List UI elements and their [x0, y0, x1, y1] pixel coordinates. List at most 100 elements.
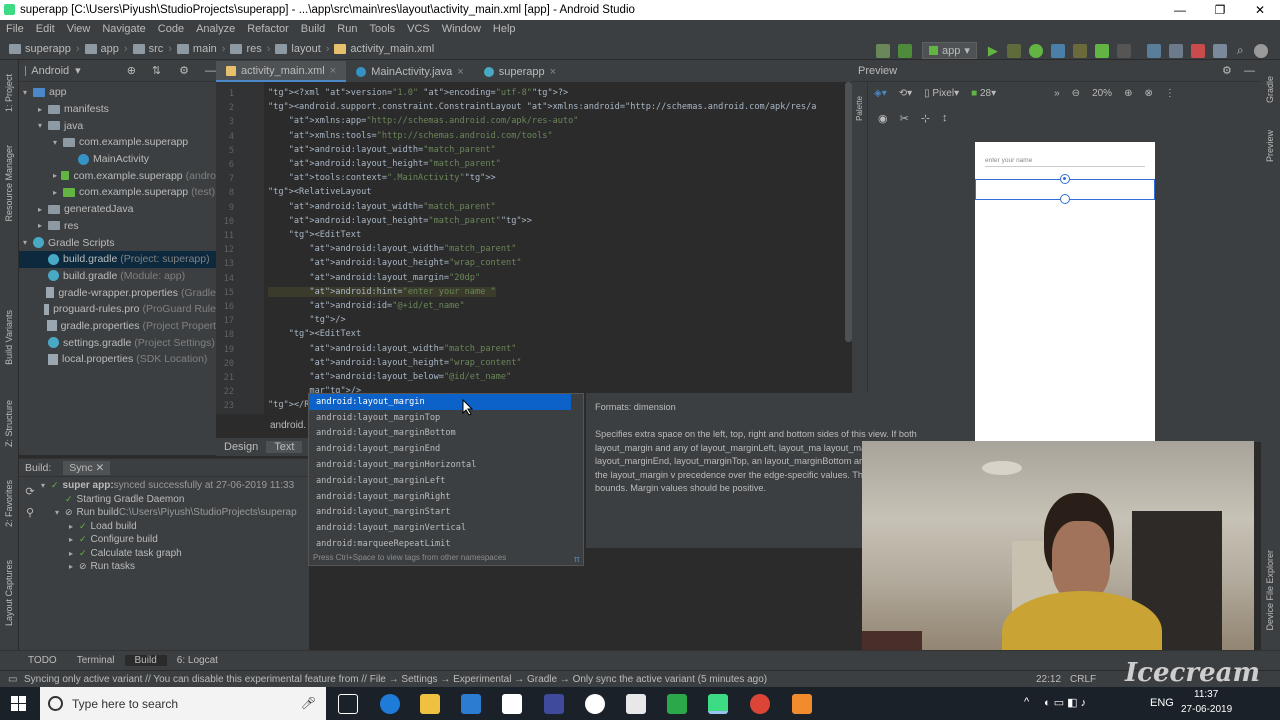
menu-refactor[interactable]: Refactor: [241, 23, 295, 35]
autocomplete-item[interactable]: android:layout_marginHorizontal: [309, 457, 583, 473]
file-explorer-icon[interactable]: [420, 694, 440, 714]
close-icon[interactable]: ×: [330, 65, 336, 77]
structure-tool-tab[interactable]: Z: Structure: [4, 400, 14, 447]
store-icon[interactable]: [461, 694, 481, 714]
task-view-icon[interactable]: [338, 694, 358, 714]
code-line[interactable]: "at">android:layout_width="match_parent": [268, 244, 516, 254]
close-icon[interactable]: ×: [550, 66, 556, 78]
minimize-button[interactable]: —: [1160, 0, 1200, 20]
tree-item[interactable]: MainActivity: [19, 151, 216, 168]
breadcrumb-item[interactable]: layout: [270, 43, 325, 55]
menu-analyze[interactable]: Analyze: [190, 23, 241, 35]
paint-icon[interactable]: [626, 694, 646, 714]
build-variants-tool-tab[interactable]: Build Variants: [4, 310, 14, 365]
expand-arrow-icon[interactable]: ▾: [23, 88, 33, 97]
android-icon[interactable]: [1094, 43, 1109, 58]
code-editor[interactable]: "tg"><?xml "at">version="1.0" "at">encod…: [264, 82, 852, 414]
run-icon[interactable]: ▶: [988, 43, 998, 59]
project-view-select[interactable]: Android: [31, 65, 69, 77]
tree-item[interactable]: ▾ Gradle Scripts: [19, 234, 216, 251]
expand-arrow-icon[interactable]: ▾: [53, 138, 63, 147]
code-line[interactable]: "at">android:layout_width="match_parent": [268, 145, 496, 155]
tree-item[interactable]: ▾ com.example.superapp: [19, 134, 216, 151]
code-line[interactable]: "at">android:layout_height="match_parent…: [268, 216, 532, 226]
close-icon[interactable]: ×: [457, 66, 463, 78]
tree-item[interactable]: ▸ res: [19, 218, 216, 235]
build-tree-item[interactable]: ▸ ⊘ Run tasks: [41, 560, 297, 574]
layers-icon[interactable]: ◈▾: [874, 88, 887, 99]
tree-item[interactable]: ▸ com.example.superapp (test): [19, 184, 216, 201]
autocomplete-item[interactable]: android:layout_marginBottom: [309, 426, 583, 442]
tab-build[interactable]: Build: [124, 655, 167, 666]
search-icon[interactable]: ⌕: [1237, 43, 1244, 58]
menu-run[interactable]: Run: [331, 23, 363, 35]
code-line[interactable]: "at">xmlns:tools="http://schemas.android…: [268, 131, 553, 141]
menu-file[interactable]: File: [0, 23, 30, 35]
autocomplete-item[interactable]: android:layout_marginVertical: [309, 520, 583, 536]
tree-item[interactable]: ▾ app: [19, 84, 216, 101]
pin-icon[interactable]: ⚲: [26, 506, 34, 519]
taskbar-search-input[interactable]: Type here to search 🎤︎: [40, 687, 326, 720]
expand-arrow-icon[interactable]: ▸: [38, 221, 48, 230]
bottom-anchor-handle[interactable]: [1060, 194, 1070, 204]
menu-help[interactable]: Help: [487, 23, 522, 35]
resource-manager-tool-tab[interactable]: Resource Manager: [4, 145, 14, 222]
code-line[interactable]: "tg"><EditText: [268, 230, 361, 240]
tray-icons[interactable]: ◐ ▭ ◧ ♪: [1044, 696, 1086, 709]
expand-icon[interactable]: »: [1054, 88, 1060, 99]
device-select[interactable]: ▯ Pixel▾: [924, 88, 959, 99]
maximize-button[interactable]: ❐: [1200, 0, 1240, 20]
pycharm-icon[interactable]: [667, 694, 687, 714]
code-line[interactable]: "tg">/>: [268, 315, 345, 325]
code-line[interactable]: "tg"><EditText: [268, 329, 361, 339]
make-project-icon[interactable]: [876, 43, 890, 58]
menu-tools[interactable]: Tools: [363, 23, 401, 35]
clock-time[interactable]: 11:37: [1194, 689, 1218, 700]
zoom-out-icon[interactable]: ⊖: [1072, 88, 1080, 99]
language-indicator[interactable]: ENG: [1150, 697, 1174, 709]
microphone-icon[interactable]: 🎤︎: [301, 696, 316, 710]
autocomplete-item[interactable]: android:layout_margin: [309, 394, 571, 410]
sync-icon[interactable]: [1146, 43, 1161, 58]
clock-date[interactable]: 27-06-2019: [1181, 704, 1232, 715]
zoom-fit-icon[interactable]: ⊗: [1144, 88, 1152, 99]
tab-design[interactable]: Design: [216, 441, 266, 453]
vertical-arrow-icon[interactable]: ↕: [942, 112, 948, 125]
layout-captures-tool-tab[interactable]: Layout Captures: [4, 560, 14, 626]
gradle-tool-tab[interactable]: Gradle: [1265, 76, 1275, 103]
code-line[interactable]: "at">tools:context=".MainActivity""tg">>: [268, 173, 496, 183]
menu-view[interactable]: View: [61, 23, 97, 35]
gear-icon[interactable]: ⚙: [179, 64, 189, 77]
menu-build[interactable]: Build: [295, 23, 331, 35]
attach-debugger-icon[interactable]: [1072, 43, 1087, 58]
autocomplete-item[interactable]: android:layout_marginRight: [309, 489, 583, 505]
code-line[interactable]: "tg"><?xml "at">version="1.0" "at">encod…: [268, 88, 568, 98]
profile-icon[interactable]: [1050, 43, 1065, 58]
expand-arrow-icon[interactable]: ▸: [53, 171, 61, 180]
breadcrumb-item[interactable]: src: [128, 43, 169, 55]
tree-item[interactable]: ▸ com.example.superapp (andro: [19, 167, 216, 184]
tree-item[interactable]: ▸ manifests: [19, 101, 216, 118]
autocomplete-item[interactable]: android:layout_marginTop: [309, 410, 583, 426]
tab-logcat[interactable]: 6: Logcat: [167, 655, 228, 666]
tree-item[interactable]: ▾ java: [19, 117, 216, 134]
tray-chevron-icon[interactable]: ^: [1024, 696, 1029, 708]
autocomplete-item[interactable]: android:layout_marginEnd: [309, 441, 583, 457]
tab-todo[interactable]: TODO: [18, 655, 67, 666]
recorder-icon[interactable]: [792, 694, 812, 714]
breadcrumb-item[interactable]: res: [225, 43, 266, 55]
palette-tab[interactable]: Palette: [855, 96, 864, 121]
code-line[interactable]: "at">android:id="@+id/et_name": [268, 301, 464, 311]
dev-app-icon[interactable]: [544, 694, 564, 714]
caret-position[interactable]: 22:12: [1036, 674, 1061, 685]
build-tree-item[interactable]: ▸ ✓ Configure build: [41, 533, 297, 547]
expand-arrow-icon[interactable]: ▸: [53, 188, 63, 197]
tab-editor-file[interactable]: MainActivity.java ×: [346, 61, 474, 82]
locate-icon[interactable]: ⊕: [127, 64, 136, 77]
stop-icon[interactable]: [1116, 43, 1131, 58]
device-file-explorer-tool-tab[interactable]: Device File Explorer: [1265, 550, 1275, 631]
tree-item[interactable]: settings.gradle (Project Settings): [19, 334, 216, 351]
chevron-down-icon[interactable]: ▾: [75, 64, 81, 77]
chrome-icon[interactable]: [750, 694, 770, 714]
tab-terminal[interactable]: Terminal: [67, 655, 125, 666]
